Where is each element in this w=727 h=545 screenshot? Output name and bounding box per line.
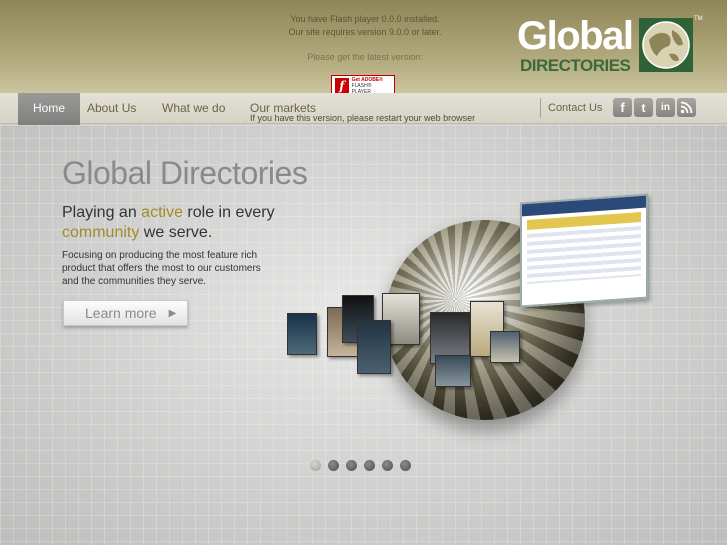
carousel-dot[interactable] (310, 460, 321, 471)
learn-more-label: Learn more (85, 305, 157, 321)
nav-contact-us[interactable]: Contact Us (548, 93, 602, 124)
directory-cover-image (357, 320, 391, 374)
carousel-dot[interactable] (400, 460, 411, 471)
play-arrow-icon: ▶ (168, 307, 177, 319)
nav-home[interactable]: Home (18, 93, 80, 125)
learn-more-button[interactable]: Learn more ▶ (63, 300, 188, 326)
linkedin-icon[interactable]: in (656, 98, 675, 117)
tagline-community: community (62, 224, 140, 241)
flash-icon: f (335, 78, 349, 93)
logo-subtitle: DIRECTORIES (520, 56, 631, 75)
globe-icon (639, 18, 693, 72)
flash-required-message: Our site requires version 9.0.0 or later… (288, 27, 442, 37)
carousel-pagination (310, 460, 411, 471)
nav-divider (540, 98, 541, 118)
carousel-dot[interactable] (328, 460, 339, 471)
tagline-active: active (141, 204, 183, 221)
website-screenshot-image (520, 193, 648, 308)
carousel-dot[interactable] (364, 460, 375, 471)
carousel-dot[interactable] (346, 460, 357, 471)
flash-restart-message: If you have this version, please restart… (250, 113, 476, 123)
facebook-icon[interactable]: f (613, 98, 632, 117)
nav-about-us[interactable]: About Us (87, 93, 136, 124)
rss-icon[interactable] (677, 98, 696, 117)
global-directories-logo[interactable]: Global DIRECTORIES TM (517, 14, 703, 76)
twitter-icon[interactable]: t (634, 98, 653, 117)
directory-cover-image (287, 313, 317, 355)
directory-cover-image (490, 331, 520, 363)
hero-tagline: Playing an active role in every community… (62, 204, 275, 241)
trademark-mark: TM (694, 16, 703, 22)
directory-cover-image (435, 355, 471, 387)
hero-banner: Global Directories Playing an active rol… (0, 125, 727, 545)
header: You have Flash player 0.0.0 installed. O… (0, 0, 727, 96)
flash-get-latest-message: Please get the latest version: (307, 52, 423, 62)
nav-what-we-do[interactable]: What we do (162, 93, 225, 124)
logo-word: Global (517, 14, 634, 58)
hero-description: Focusing on producing the most feature r… (62, 250, 261, 287)
hero-title: Global Directories (62, 155, 308, 191)
carousel-dot[interactable] (382, 460, 393, 471)
flash-installed-message: You have Flash player 0.0.0 installed. (290, 14, 440, 24)
